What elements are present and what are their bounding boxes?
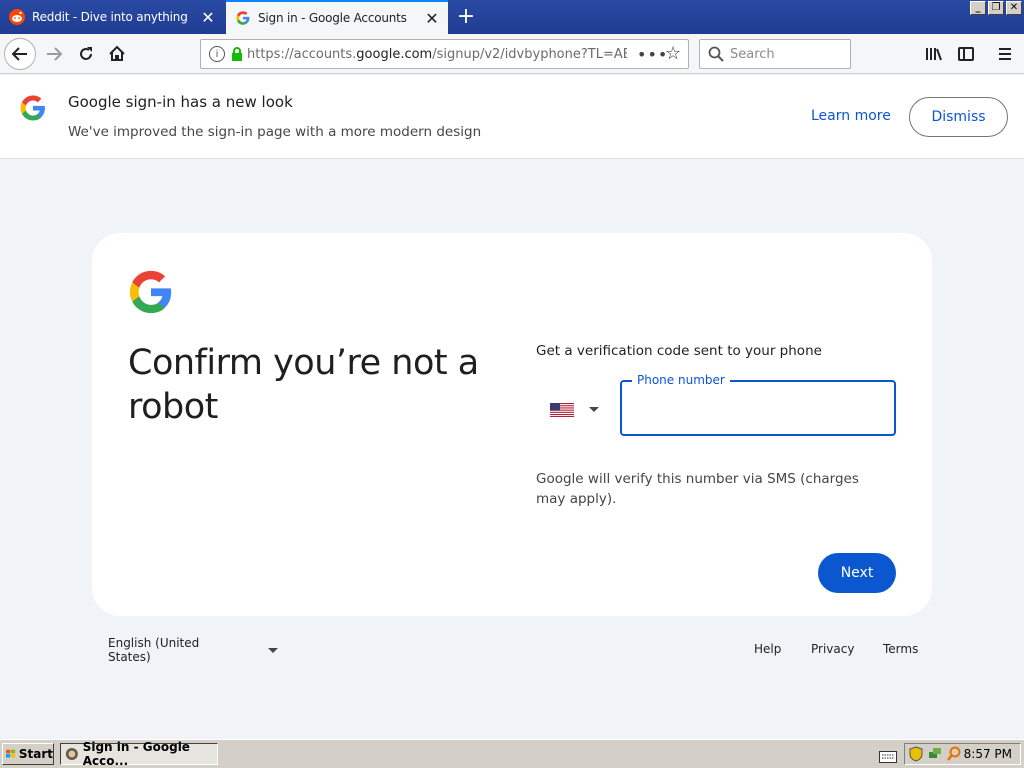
terms-link[interactable]: Terms: [883, 642, 918, 656]
url-text[interactable]: https://accounts.google.com/signup/v2/id…: [247, 47, 627, 62]
info-icon[interactable]: i: [209, 46, 225, 62]
window-controls: _ ❐ ✕: [970, 1, 1022, 15]
library-icon: [926, 48, 942, 61]
language-select[interactable]: English (United States): [108, 636, 278, 664]
tab-reddit[interactable]: Reddit - Dive into anything ✕: [0, 0, 224, 34]
reload-button[interactable]: [70, 38, 102, 70]
search-input[interactable]: [730, 46, 840, 62]
browser-icon: [65, 748, 78, 760]
forward-arrow-icon: [47, 47, 63, 61]
privacy-link[interactable]: Privacy: [811, 642, 854, 656]
phone-prompt: Get a verification code sent to your pho…: [536, 343, 822, 359]
language-label: English (United States): [108, 636, 200, 664]
nav-toolbar: i https://accounts.google.com/signup/v2/…: [0, 34, 1024, 74]
phone-number-input[interactable]: [634, 398, 884, 420]
help-link[interactable]: Help: [754, 642, 781, 656]
sidebar-button[interactable]: [950, 38, 982, 70]
us-flag-icon: [550, 402, 574, 417]
close-tab-icon[interactable]: ✕: [196, 5, 220, 29]
phone-number-label: Phone number: [632, 373, 730, 387]
menu-button[interactable]: [989, 38, 1021, 70]
chevron-down-icon: [589, 406, 599, 412]
search-tray-icon[interactable]: [946, 746, 962, 762]
reload-icon: [80, 47, 92, 60]
url-bar[interactable]: i https://accounts.google.com/signup/v2/…: [200, 39, 689, 69]
close-window-button[interactable]: ✕: [1006, 1, 1022, 15]
clock: 8:57 PM: [963, 747, 1012, 761]
bookmark-star-icon[interactable]: ☆: [665, 43, 681, 64]
taskbar-item-label: Sign in - Google Acco...: [82, 740, 190, 768]
signin-card: Confirm you’re not a robot Get a verific…: [92, 233, 932, 616]
chevron-down-icon: [268, 647, 278, 653]
dismiss-button[interactable]: Dismiss: [909, 97, 1008, 137]
forward-button[interactable]: [38, 38, 70, 70]
tab-strip: Reddit - Dive into anything ✕ Sign in - …: [0, 0, 1024, 34]
hamburger-menu-icon: [999, 48, 1011, 60]
notice-title: Google sign-in has a new look: [68, 93, 293, 111]
lock-icon: [231, 47, 243, 61]
sidebar-icon: [958, 47, 974, 61]
notice-subtitle: We've improved the sign-in page with a m…: [68, 124, 482, 140]
tab-title: Reddit - Dive into anything: [32, 10, 188, 24]
learn-more-link[interactable]: Learn more: [811, 108, 891, 124]
google-logo-icon: [20, 95, 46, 125]
restore-button[interactable]: ❐: [988, 1, 1004, 15]
network-icon[interactable]: [927, 746, 943, 762]
google-favicon-icon: [235, 10, 251, 26]
search-bar[interactable]: [699, 39, 851, 69]
taskbar-item-browser[interactable]: Sign in - Google Acco...: [60, 740, 218, 768]
tab-title: Sign in - Google Accounts: [258, 11, 407, 25]
sign-in-notice-banner: Google sign-in has a new look We've impr…: [0, 75, 1024, 159]
new-tab-button[interactable]: +: [452, 2, 480, 30]
reddit-icon: [9, 9, 25, 25]
start-label: Start: [18, 747, 53, 761]
page-title: Confirm you’re not a robot: [128, 343, 479, 427]
close-tab-icon[interactable]: ✕: [420, 6, 444, 30]
security-shield-icon[interactable]: [909, 746, 923, 762]
google-logo-icon: [129, 270, 173, 318]
tab-google-signin[interactable]: Sign in - Google Accounts ✕: [226, 0, 448, 34]
windows-logo-icon: [6, 749, 16, 758]
home-button[interactable]: [101, 38, 133, 70]
minimize-button[interactable]: _: [970, 1, 986, 15]
os-taskbar: Start Sign in - Google Acco... 8:57 PM: [0, 739, 1024, 768]
phone-number-field[interactable]: Phone number: [620, 373, 896, 436]
page-actions-icon[interactable]: •••: [637, 45, 668, 64]
country-code-select[interactable]: [550, 398, 606, 420]
next-button[interactable]: Next: [818, 553, 896, 593]
home-icon: [109, 45, 125, 61]
sms-note: Google will verify this number via SMS (…: [536, 471, 859, 507]
start-button[interactable]: Start: [2, 743, 54, 765]
keyboard-icon[interactable]: [879, 748, 897, 767]
search-icon: [708, 46, 724, 62]
library-button[interactable]: [918, 38, 950, 70]
back-button[interactable]: [4, 38, 36, 70]
system-tray: 8:57 PM: [904, 743, 1021, 765]
back-arrow-icon: [11, 47, 27, 61]
